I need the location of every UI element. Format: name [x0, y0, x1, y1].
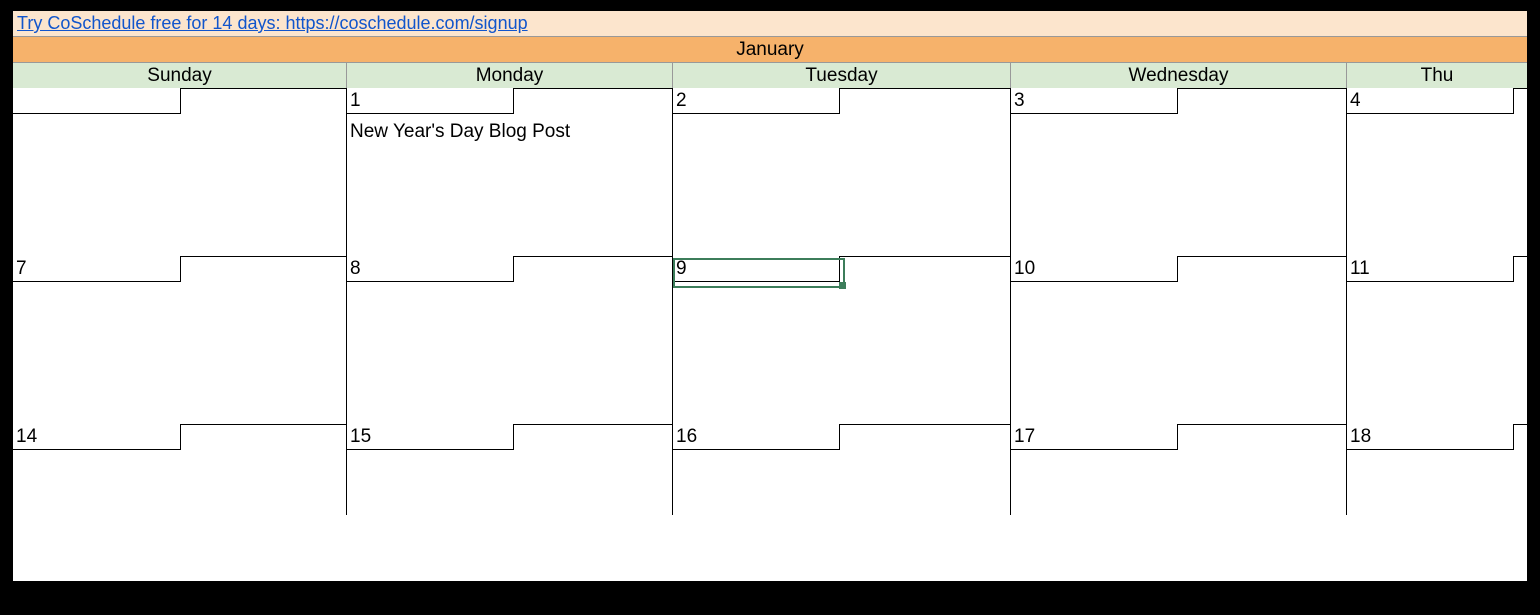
promo-link[interactable]: Try CoSchedule free for 14 days: https:/…	[17, 13, 528, 34]
day-cell[interactable]: 15	[347, 425, 673, 515]
day-cell[interactable]: 10	[1011, 257, 1347, 424]
weekday-header-tuesday: Tuesday	[673, 63, 1011, 88]
weekday-header-wednesday: Wednesday	[1011, 63, 1347, 88]
promo-banner: Try CoSchedule free for 14 days: https:/…	[13, 11, 1527, 37]
date-number[interactable]: 4	[1346, 88, 1514, 114]
day-cell[interactable]: 4	[1347, 89, 1527, 256]
day-cell[interactable]: 7	[13, 257, 347, 424]
day-cell[interactable]: 16	[673, 425, 1011, 515]
event-text[interactable]: New Year's Day Blog Post	[350, 121, 570, 143]
date-number[interactable]: 3	[1010, 88, 1178, 114]
day-cell[interactable]: 3	[1011, 89, 1347, 256]
date-number[interactable]	[13, 88, 181, 114]
day-cell[interactable]: 18	[1347, 425, 1527, 515]
month-header: January	[13, 37, 1527, 63]
day-cell[interactable]: 11	[1347, 257, 1527, 424]
week-row-2: 7 8 9 10 11	[13, 257, 1527, 425]
date-number[interactable]: 2	[672, 88, 840, 114]
day-cell[interactable]: 1 New Year's Day Blog Post	[347, 89, 673, 256]
week-row-1: 1 New Year's Day Blog Post 2 3 4	[13, 89, 1527, 257]
date-number[interactable]: 18	[1346, 424, 1514, 450]
date-number[interactable]: 8	[346, 256, 514, 282]
day-cell[interactable]: 17	[1011, 425, 1347, 515]
date-number[interactable]: 14	[13, 424, 181, 450]
day-cell[interactable]	[13, 89, 347, 256]
date-number[interactable]: 16	[672, 424, 840, 450]
weekday-header-monday: Monday	[347, 63, 673, 88]
day-cell[interactable]: 9	[673, 257, 1011, 424]
date-number[interactable]: 9	[672, 256, 840, 282]
weekday-header-row: Sunday Monday Tuesday Wednesday Thu	[13, 63, 1527, 89]
week-row-3: 14 15 16 17 18	[13, 425, 1527, 515]
month-name: January	[736, 39, 804, 61]
date-number[interactable]: 1	[346, 88, 514, 114]
date-number[interactable]: 11	[1346, 256, 1514, 282]
day-cell[interactable]: 2	[673, 89, 1011, 256]
day-cell[interactable]: 14	[13, 425, 347, 515]
date-number[interactable]: 17	[1010, 424, 1178, 450]
date-number[interactable]: 10	[1010, 256, 1178, 282]
day-cell[interactable]: 8	[347, 257, 673, 424]
date-number[interactable]: 7	[13, 256, 181, 282]
spreadsheet-calendar: Try CoSchedule free for 14 days: https:/…	[13, 11, 1527, 581]
weekday-header-sunday: Sunday	[13, 63, 347, 88]
date-number[interactable]: 15	[346, 424, 514, 450]
weekday-header-thursday: Thu	[1347, 63, 1527, 88]
